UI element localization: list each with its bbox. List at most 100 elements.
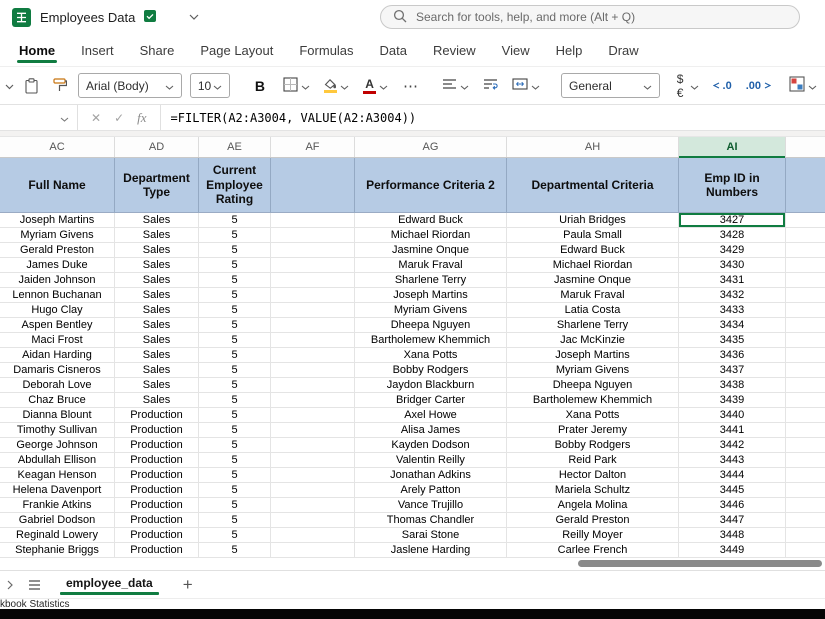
grid-cell[interactable]: Gerald Preston (507, 513, 679, 528)
grid-cell[interactable]: Latia Costa (507, 303, 679, 318)
tab-review[interactable]: Review (420, 36, 489, 65)
header-blank[interactable] (271, 158, 355, 213)
grid-cell[interactable]: James Duke (0, 258, 115, 273)
number-format-select[interactable]: General (561, 73, 660, 98)
grid-cell[interactable]: Maruk Fraval (355, 258, 507, 273)
insert-function-button[interactable]: fx (137, 110, 146, 126)
grid-cell[interactable]: 3438 (679, 378, 786, 393)
grid-cell[interactable]: 3449 (679, 543, 786, 558)
column-header-af[interactable]: AF (271, 137, 355, 157)
grid-cell[interactable]: Sales (115, 363, 199, 378)
bold-button[interactable]: B (248, 76, 272, 96)
grid-cell[interactable] (271, 258, 355, 273)
header-current-rating[interactable]: Current Employee Rating (199, 158, 271, 213)
grid-cell[interactable]: 5 (199, 513, 271, 528)
grid-cell[interactable] (786, 498, 825, 513)
column-header-aj[interactable]: AJ (786, 137, 825, 157)
font-color-button[interactable]: A (360, 76, 391, 96)
grid-cell[interactable]: Reilly Moyer (507, 528, 679, 543)
search-bar[interactable]: Search for tools, help, and more (Alt + … (380, 5, 800, 29)
grid-cell[interactable]: Joseph Martins (507, 348, 679, 363)
tab-data[interactable]: Data (367, 36, 420, 65)
grid-cell[interactable] (271, 378, 355, 393)
workbook-statistics-button[interactable]: kbook Statistics (0, 599, 69, 610)
grid-cell[interactable] (786, 348, 825, 363)
tab-page-layout[interactable]: Page Layout (187, 36, 286, 65)
grid-cell[interactable]: 5 (199, 348, 271, 363)
grid-cell[interactable]: 5 (199, 378, 271, 393)
grid-cell[interactable]: 3433 (679, 303, 786, 318)
grid-cell[interactable]: Xana Potts (355, 348, 507, 363)
grid-cell[interactable]: Jasmine Onque (355, 243, 507, 258)
borders-button[interactable] (280, 75, 313, 97)
align-button[interactable] (439, 76, 472, 95)
grid-cell[interactable]: Aspen Bentley (0, 318, 115, 333)
grid-cell[interactable] (271, 288, 355, 303)
grid-cell[interactable]: Sales (115, 243, 199, 258)
grid-cell[interactable]: 3437 (679, 363, 786, 378)
excel-logo-icon[interactable] (12, 8, 31, 27)
grid-cell[interactable]: 3431 (679, 273, 786, 288)
grid-cell[interactable]: Edward Buck (355, 213, 507, 228)
grid-cell[interactable]: Reginald Lowery (0, 528, 115, 543)
title-menu-chevron-icon[interactable] (189, 14, 199, 20)
grid-cell[interactable]: Jaydon Blackburn (355, 378, 507, 393)
grid-cell[interactable]: Xana Potts (507, 408, 679, 423)
grid-cell[interactable]: 5 (199, 303, 271, 318)
grid-cell[interactable]: Sales (115, 318, 199, 333)
grid-cell[interactable]: Kayden Dodson (355, 438, 507, 453)
grid-cell[interactable]: Deborah Love (0, 378, 115, 393)
grid-cell[interactable]: Maruk Fraval (507, 288, 679, 303)
grid-cell[interactable]: Gerald Preston (0, 243, 115, 258)
grid-cell[interactable]: Sales (115, 348, 199, 363)
grid-cell[interactable]: 5 (199, 468, 271, 483)
grid-cell[interactable]: Production (115, 468, 199, 483)
grid-cell[interactable]: Chaz Bruce (0, 393, 115, 408)
grid-cell[interactable]: Helena Davenport (0, 483, 115, 498)
grid-cell[interactable]: 5 (199, 258, 271, 273)
grid-cell[interactable] (786, 273, 825, 288)
grid-cell[interactable]: Production (115, 408, 199, 423)
enter-button[interactable]: ✓ (114, 111, 124, 125)
header-full-name[interactable]: Full Name (0, 158, 115, 213)
grid-cell[interactable] (271, 468, 355, 483)
grid-cell[interactable]: Bridger Carter (355, 393, 507, 408)
grid-cell[interactable]: Michael Riordan (355, 228, 507, 243)
grid-cell[interactable] (786, 423, 825, 438)
tab-formulas[interactable]: Formulas (286, 36, 366, 65)
grid-cell[interactable] (271, 528, 355, 543)
tab-share[interactable]: Share (127, 36, 188, 65)
format-painter-button[interactable] (49, 76, 70, 95)
grid-cell[interactable]: Gabriel Dodson (0, 513, 115, 528)
grid-cell[interactable]: Prater Jeremy (507, 423, 679, 438)
grid-cell[interactable]: Bobby Rodgers (355, 363, 507, 378)
grid-cell[interactable] (271, 408, 355, 423)
currency-format-button[interactable]: $€ (674, 70, 702, 102)
grid-cell[interactable]: 3432 (679, 288, 786, 303)
grid-cell[interactable]: Bartholemew Khemmich (355, 333, 507, 348)
grid-cell[interactable]: 5 (199, 528, 271, 543)
header-emp-id-in-numbers[interactable]: Emp ID in Numbers (679, 158, 786, 213)
grid-cell[interactable]: 3434 (679, 318, 786, 333)
grid-cell[interactable]: Lennon Buchanan (0, 288, 115, 303)
grid-cell[interactable]: Keagan Henson (0, 468, 115, 483)
header-performance-criteria-2[interactable]: Performance Criteria 2 (355, 158, 507, 213)
grid-cell[interactable]: 3436 (679, 348, 786, 363)
fill-color-button[interactable] (321, 77, 352, 95)
header-overflow[interactable] (786, 158, 825, 213)
grid-cell[interactable]: Maci Frost (0, 333, 115, 348)
grid-cell[interactable]: 5 (199, 318, 271, 333)
grid-cell[interactable]: Paula Small (507, 228, 679, 243)
grid-cell[interactable]: Abdullah Ellison (0, 453, 115, 468)
grid-cell[interactable] (786, 288, 825, 303)
grid-cell[interactable] (786, 363, 825, 378)
grid-cell[interactable]: Vance Trujillo (355, 498, 507, 513)
cancel-button[interactable]: ✕ (91, 111, 101, 125)
grid-cell[interactable]: Jaslene Harding (355, 543, 507, 558)
sheet-nav-chevron-icon[interactable] (5, 578, 15, 592)
tab-view[interactable]: View (489, 36, 543, 65)
grid-cell[interactable]: Carlee French (507, 543, 679, 558)
grid-cell[interactable] (271, 348, 355, 363)
grid-cell[interactable]: 5 (199, 498, 271, 513)
tab-home[interactable]: Home (6, 36, 68, 65)
